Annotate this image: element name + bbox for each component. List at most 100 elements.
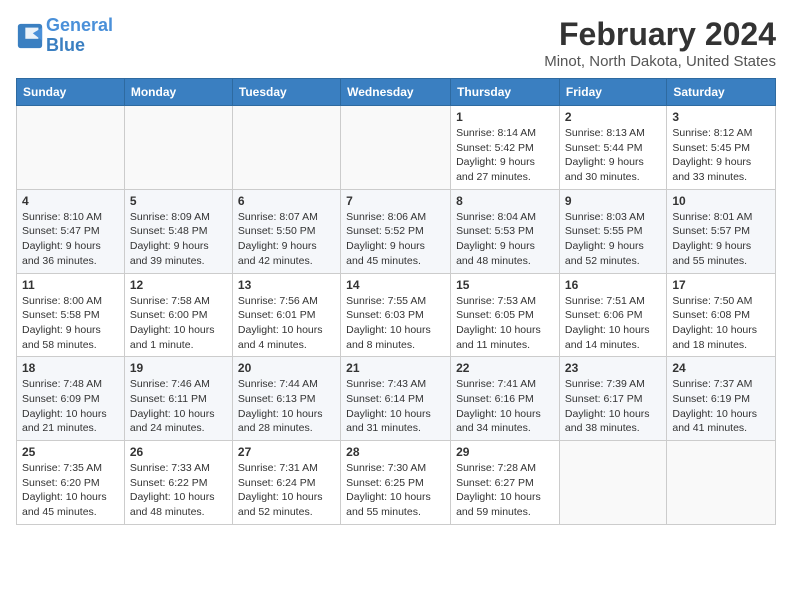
day-info: Sunrise: 8:09 AMSunset: 5:48 PMDaylight:… — [130, 210, 227, 269]
day-info: Sunrise: 7:39 AMSunset: 6:17 PMDaylight:… — [565, 377, 661, 436]
day-number: 23 — [565, 361, 661, 375]
calendar-cell: 23 Sunrise: 7:39 AMSunset: 6:17 PMDayligh… — [559, 357, 666, 441]
calendar-cell: 25 Sunrise: 7:35 AMSunset: 6:20 PMDayligh… — [17, 441, 125, 525]
calendar-cell: 24 Sunrise: 7:37 AMSunset: 6:19 PMDayligh… — [667, 357, 776, 441]
day-info: Sunrise: 8:14 AMSunset: 5:42 PMDaylight:… — [456, 126, 554, 185]
day-number: 14 — [346, 278, 445, 292]
calendar-cell: 1 Sunrise: 8:14 AMSunset: 5:42 PMDaylight… — [451, 106, 560, 190]
day-number: 24 — [672, 361, 770, 375]
calendar-cell: 15Sunrise: 7:53 AMSunset: 6:05 PMDayligh… — [451, 273, 560, 357]
day-number: 27 — [238, 445, 335, 459]
day-number: 17 — [672, 278, 770, 292]
calendar-cell — [559, 441, 666, 525]
calendar-cell: 9 Sunrise: 8:03 AMSunset: 5:55 PMDaylight… — [559, 189, 666, 273]
day-number: 10 — [672, 194, 770, 208]
day-number: 19 — [130, 361, 227, 375]
day-info: Sunrise: 7:31 AMSunset: 6:24 PMDaylight:… — [238, 461, 335, 520]
day-header-sunday: Sunday — [17, 79, 125, 106]
calendar-cell: 5 Sunrise: 8:09 AMSunset: 5:48 PMDaylight… — [124, 189, 232, 273]
logo: General Blue — [16, 16, 113, 56]
calendar-cell — [232, 106, 340, 190]
calendar-body: 1 Sunrise: 8:14 AMSunset: 5:42 PMDaylight… — [17, 106, 776, 525]
day-info: Sunrise: 7:56 AMSunset: 6:01 PMDaylight:… — [238, 294, 335, 353]
calendar-table: SundayMondayTuesdayWednesdayThursdayFrid… — [16, 78, 776, 525]
day-number: 26 — [130, 445, 227, 459]
day-info: Sunrise: 7:28 AMSunset: 6:27 PMDaylight:… — [456, 461, 554, 520]
calendar-cell: 2 Sunrise: 8:13 AMSunset: 5:44 PMDaylight… — [559, 106, 666, 190]
calendar-cell — [124, 106, 232, 190]
day-info: Sunrise: 8:12 AMSunset: 5:45 PMDaylight:… — [672, 126, 770, 185]
calendar-cell — [17, 106, 125, 190]
calendar-cell: 18Sunrise: 7:48 AMSunset: 6:09 PMDayligh… — [17, 357, 125, 441]
day-info: Sunrise: 8:01 AMSunset: 5:57 PMDaylight:… — [672, 210, 770, 269]
calendar-cell: 11 Sunrise: 8:00 AMSunset: 5:58 PMDayligh… — [17, 273, 125, 357]
calendar-week-row: 4Sunrise: 8:10 AMSunset: 5:47 PMDaylight… — [17, 189, 776, 273]
calendar-cell: 22 Sunrise: 7:41 AMSunset: 6:16 PMDayligh… — [451, 357, 560, 441]
day-number: 7 — [346, 194, 445, 208]
calendar-cell: 26 Sunrise: 7:33 AMSunset: 6:22 PMDayligh… — [124, 441, 232, 525]
page-header: General Blue February 2024 Minot, North … — [16, 16, 776, 70]
day-header-friday: Friday — [559, 79, 666, 106]
day-info: Sunrise: 8:07 AMSunset: 5:50 PMDaylight:… — [238, 210, 335, 269]
day-number: 2 — [565, 110, 661, 124]
calendar-cell: 7 Sunrise: 8:06 AMSunset: 5:52 PMDaylight… — [341, 189, 451, 273]
day-number: 15 — [456, 278, 554, 292]
day-info: Sunrise: 7:50 AMSunset: 6:08 PMDaylight:… — [672, 294, 770, 353]
day-number: 1 — [456, 110, 554, 124]
day-number: 11 — [22, 278, 119, 292]
calendar-cell: 19 Sunrise: 7:46 AMSunset: 6:11 PMDayligh… — [124, 357, 232, 441]
day-info: Sunrise: 7:35 AMSunset: 6:20 PMDaylight:… — [22, 461, 119, 520]
calendar-header-row: SundayMondayTuesdayWednesdayThursdayFrid… — [17, 79, 776, 106]
location-title: Minot, North Dakota, United States — [544, 53, 776, 70]
calendar-cell: 6 Sunrise: 8:07 AMSunset: 5:50 PMDaylight… — [232, 189, 340, 273]
day-header-monday: Monday — [124, 79, 232, 106]
day-number: 29 — [456, 445, 554, 459]
day-number: 3 — [672, 110, 770, 124]
calendar-week-row: 11 Sunrise: 8:00 AMSunset: 5:58 PMDayligh… — [17, 273, 776, 357]
day-number: 18 — [22, 361, 119, 375]
day-number: 21 — [346, 361, 445, 375]
day-info: Sunrise: 7:41 AMSunset: 6:16 PMDaylight:… — [456, 377, 554, 436]
day-number: 22 — [456, 361, 554, 375]
calendar-cell: 21 Sunrise: 7:43 AMSunset: 6:14 PMDayligh… — [341, 357, 451, 441]
calendar-cell — [341, 106, 451, 190]
day-number: 5 — [130, 194, 227, 208]
day-info: Sunrise: 8:00 AMSunset: 5:58 PMDaylight:… — [22, 294, 119, 353]
day-number: 28 — [346, 445, 445, 459]
day-info: Sunrise: 7:46 AMSunset: 6:11 PMDaylight:… — [130, 377, 227, 436]
calendar-cell: 10 Sunrise: 8:01 AMSunset: 5:57 PMDayligh… — [667, 189, 776, 273]
logo-text: General Blue — [46, 16, 113, 56]
logo-icon — [16, 22, 44, 50]
day-info: Sunrise: 8:04 AMSunset: 5:53 PMDaylight:… — [456, 210, 554, 269]
day-number: 8 — [456, 194, 554, 208]
day-info: Sunrise: 7:43 AMSunset: 6:14 PMDaylight:… — [346, 377, 445, 436]
day-info: Sunrise: 7:58 AMSunset: 6:00 PMDaylight:… — [130, 294, 227, 353]
title-block: February 2024 Minot, North Dakota, Unite… — [544, 16, 776, 70]
calendar-cell: 28 Sunrise: 7:30 AMSunset: 6:25 PMDayligh… — [341, 441, 451, 525]
day-header-tuesday: Tuesday — [232, 79, 340, 106]
day-info: Sunrise: 7:30 AMSunset: 6:25 PMDaylight:… — [346, 461, 445, 520]
calendar-cell: 29 Sunrise: 7:28 AMSunset: 6:27 PMDayligh… — [451, 441, 560, 525]
calendar-week-row: 18Sunrise: 7:48 AMSunset: 6:09 PMDayligh… — [17, 357, 776, 441]
calendar-cell: 27 Sunrise: 7:31 AMSunset: 6:24 PMDayligh… — [232, 441, 340, 525]
day-number: 9 — [565, 194, 661, 208]
day-info: Sunrise: 7:37 AMSunset: 6:19 PMDaylight:… — [672, 377, 770, 436]
day-number: 4 — [22, 194, 119, 208]
day-header-wednesday: Wednesday — [341, 79, 451, 106]
day-number: 20 — [238, 361, 335, 375]
day-info: Sunrise: 8:13 AMSunset: 5:44 PMDaylight:… — [565, 126, 661, 185]
calendar-week-row: 1 Sunrise: 8:14 AMSunset: 5:42 PMDaylight… — [17, 106, 776, 190]
day-info: Sunrise: 8:06 AMSunset: 5:52 PMDaylight:… — [346, 210, 445, 269]
calendar-cell: 13Sunrise: 7:56 AMSunset: 6:01 PMDayligh… — [232, 273, 340, 357]
day-header-thursday: Thursday — [451, 79, 560, 106]
calendar-cell: 20Sunrise: 7:44 AMSunset: 6:13 PMDayligh… — [232, 357, 340, 441]
day-info: Sunrise: 7:55 AMSunset: 6:03 PMDaylight:… — [346, 294, 445, 353]
day-header-saturday: Saturday — [667, 79, 776, 106]
calendar-cell: 17 Sunrise: 7:50 AMSunset: 6:08 PMDayligh… — [667, 273, 776, 357]
day-number: 25 — [22, 445, 119, 459]
day-info: Sunrise: 7:33 AMSunset: 6:22 PMDaylight:… — [130, 461, 227, 520]
day-info: Sunrise: 8:03 AMSunset: 5:55 PMDaylight:… — [565, 210, 661, 269]
month-title: February 2024 — [544, 16, 776, 53]
calendar-cell: 12Sunrise: 7:58 AMSunset: 6:00 PMDayligh… — [124, 273, 232, 357]
day-number: 6 — [238, 194, 335, 208]
